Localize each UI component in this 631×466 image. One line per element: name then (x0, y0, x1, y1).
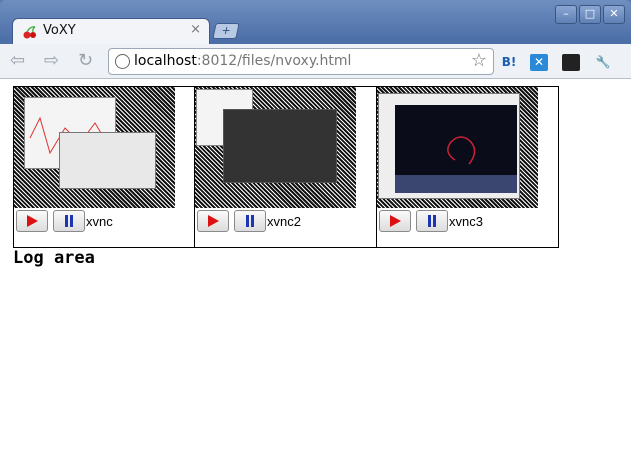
spiral-logo-icon (395, 136, 517, 193)
play-button[interactable] (379, 210, 411, 232)
extension-x-icon[interactable]: ✕ (530, 54, 548, 71)
pause-button[interactable] (234, 210, 266, 232)
globe-icon (115, 54, 130, 69)
cherry-favicon-icon (23, 26, 36, 39)
panel-controls: xvnc3 (379, 210, 483, 232)
bookmark-star-icon[interactable]: ☆ (471, 50, 487, 71)
pause-button[interactable] (416, 210, 448, 232)
new-tab-button[interactable]: + (212, 23, 240, 39)
tab-title: VoXY (43, 23, 76, 38)
wrench-icon[interactable]: 🔧 (594, 54, 612, 71)
vnc-screen-thumbnail[interactable] (195, 87, 356, 208)
log-area-heading: Log area (13, 248, 95, 268)
panel-label: xvnc2 (267, 213, 301, 229)
panel-controls: xvnc2 (197, 210, 301, 232)
maximize-button[interactable]: □ (579, 5, 601, 24)
hatena-bookmark-icon[interactable]: B! (500, 54, 518, 71)
minimize-button[interactable]: – (555, 5, 577, 24)
panel-label: xvnc (86, 213, 113, 229)
panel-label: xvnc3 (449, 213, 483, 229)
vnc-panel: xvnc3 (377, 86, 559, 248)
vnc-screen-thumbnail[interactable] (14, 87, 175, 208)
vnc-panel: xvnc2 (195, 86, 377, 248)
extension-dark-icon[interactable] (562, 54, 580, 71)
browser-toolbar: ⇦ ⇨ ↻ localhost:8012/files/nvoxy.html ☆ … (0, 44, 631, 79)
browser-tab[interactable]: VoXY × (12, 18, 210, 45)
pause-button[interactable] (53, 210, 85, 232)
panel-controls: xvnc (16, 210, 113, 232)
play-button[interactable] (197, 210, 229, 232)
address-bar[interactable]: localhost:8012/files/nvoxy.html ☆ (108, 48, 494, 75)
page-content: xvnc xvnc2 xvnc3 Log area (0, 79, 631, 466)
url-text: localhost:8012/files/nvoxy.html (134, 53, 352, 69)
vnc-screen-thumbnail[interactable] (377, 87, 538, 208)
vnc-panel: xvnc (13, 86, 195, 248)
tab-close-icon[interactable]: × (190, 22, 201, 37)
vnc-panels: xvnc xvnc2 xvnc3 (13, 86, 559, 248)
back-icon[interactable]: ⇦ (10, 52, 25, 70)
forward-icon[interactable]: ⇨ (44, 52, 59, 70)
close-window-button[interactable]: ✕ (603, 5, 625, 24)
reload-icon[interactable]: ↻ (78, 52, 93, 70)
play-button[interactable] (16, 210, 48, 232)
browser-window: – □ ✕ VoXY × + ⇦ ⇨ ↻ localhost:8012/file… (0, 0, 631, 466)
